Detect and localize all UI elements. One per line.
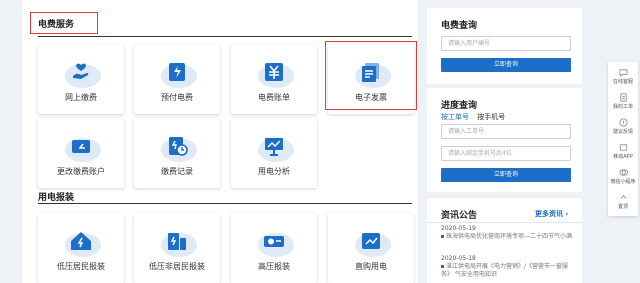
install-title: 用电报装 [38, 193, 75, 203]
tile-low-voltage-nonhome[interactable]: 低压非居民报装 [134, 213, 220, 283]
tab-by-order[interactable]: 按工单号 [441, 113, 469, 121]
float-label: 微信小程序 [610, 179, 636, 185]
bullet-icon [441, 235, 444, 238]
float-mobile-app[interactable]: 移动APP [608, 143, 638, 160]
news-text: 珠海供电局优化营商环境专项—二十四节气小满 [446, 233, 573, 240]
order-number-input[interactable]: 请输入工单号 [441, 124, 571, 139]
news-item[interactable]: 2020-05-19 珠海供电局优化营商环境专项—二十四节气小满 [441, 225, 576, 241]
float-feedback[interactable]: 建议反馈 [608, 118, 638, 135]
payment-record-icon [169, 137, 188, 156]
float-label: 移动APP [613, 154, 633, 160]
tile-low-voltage-home[interactable]: 低压居民报装 [38, 213, 124, 283]
news-title: 资讯公告 [441, 211, 478, 221]
progress-query-title: 进度查询 [441, 101, 478, 111]
e-invoice-highlight [325, 41, 417, 110]
app-icon [619, 144, 627, 151]
fee-query-button[interactable]: 立即查询 [441, 58, 571, 72]
feedback-icon [618, 118, 628, 127]
bill-icon [265, 63, 283, 81]
float-work-order[interactable]: 我的工单 [608, 93, 638, 110]
tile-prepay[interactable]: 预付电费 [134, 44, 220, 114]
low-voltage-home-icon [71, 232, 91, 250]
usage-analysis-icon [265, 138, 283, 156]
news-date: 2020-05-18 [441, 255, 476, 262]
float-back-to-top[interactable]: 置顶 [608, 193, 638, 210]
floating-toolbar: 在线客服 我的工单 建议反馈 移动APP 微信小程序 置顶 [608, 62, 638, 216]
phone-input[interactable]: 请输入绑定手机号后4位 [441, 146, 571, 161]
chat-icon [618, 69, 628, 77]
tile-label: 低压非居民报装 [149, 262, 205, 271]
float-mini-program[interactable]: 微信小程序 [608, 168, 638, 185]
service-divider [38, 36, 412, 37]
float-label: 我的工单 [612, 104, 633, 110]
service-title: 电费服务 [38, 20, 75, 30]
tile-payment-record[interactable]: 缴费记录 [134, 118, 220, 188]
progress-query-button[interactable]: 立即查询 [441, 168, 571, 182]
news-text: 湛江供电局开展《电力营销》/《营营市一窗服务》 气安全用电知识 [441, 263, 569, 278]
tile-label: 更改缴费账户 [57, 167, 105, 176]
fee-query-input[interactable]: 请输入用户编号 [441, 36, 571, 51]
tile-label: 低压居民报装 [57, 262, 105, 271]
news-item[interactable]: 2020-05-18 湛江供电局开展《电力营销》/《营营市一窗服务》 气安全用电… [441, 255, 576, 279]
tile-label: 缴费记录 [161, 167, 193, 176]
news-date: 2020-05-19 [441, 225, 476, 232]
tile-label: 预付电费 [161, 93, 193, 102]
change-account-icon [72, 140, 90, 153]
high-voltage-icon [264, 236, 284, 247]
float-label: 建议反馈 [612, 129, 633, 135]
tile-label: 高压报装 [258, 262, 290, 271]
bullet-icon [441, 265, 444, 268]
fee-query-title: 电费查询 [441, 21, 478, 31]
tile-label: 电费账单 [258, 93, 290, 102]
progress-tabs: 按工单号 按手机号 [441, 112, 505, 122]
tile-change-account[interactable]: 更改缴费账户 [38, 118, 124, 188]
back-to-top-icon [620, 195, 626, 199]
install-divider [38, 203, 412, 204]
progress-query-panel: 进度查询 按工单号 按手机号 请输入工单号 请输入绑定手机号后4位 立即查询 [427, 88, 582, 192]
float-label: 在线客服 [612, 79, 633, 85]
work-order-icon [619, 93, 627, 102]
low-voltage-nonhome-icon [168, 233, 186, 250]
tile-direct-purchase[interactable]: 直购用电 [328, 213, 414, 283]
tab-by-phone[interactable]: 按手机号 [477, 113, 505, 121]
mini-program-icon [618, 169, 628, 176]
tile-label: 用电分析 [258, 167, 290, 176]
more-news-link[interactable]: 更多资讯 › [535, 209, 568, 219]
service-area: 电费服务 网上缴费 预付电费 电费账单 电子发票 更改缴费账户 缴费记录 用电分… [22, 0, 418, 283]
news-panel: 资讯公告 更多资讯 › 2020-05-19 珠海供电局优化营商环境专项—二十四… [427, 198, 582, 283]
fee-query-panel: 电费查询 请输入用户编号 立即查询 [427, 8, 582, 84]
tile-usage-analysis[interactable]: 用电分析 [231, 118, 317, 188]
tile-label: 网上缴费 [65, 93, 97, 102]
direct-purchase-icon [362, 233, 380, 249]
tile-bill[interactable]: 电费账单 [231, 44, 317, 114]
prepay-icon [169, 63, 185, 81]
online-pay-icon [73, 63, 89, 79]
float-label: 置顶 [617, 204, 628, 210]
float-online-service[interactable]: 在线客服 [608, 68, 638, 85]
tile-online-pay[interactable]: 网上缴费 [38, 44, 124, 114]
tile-label: 直购用电 [355, 262, 387, 271]
tile-high-voltage[interactable]: 高压报装 [231, 213, 317, 283]
